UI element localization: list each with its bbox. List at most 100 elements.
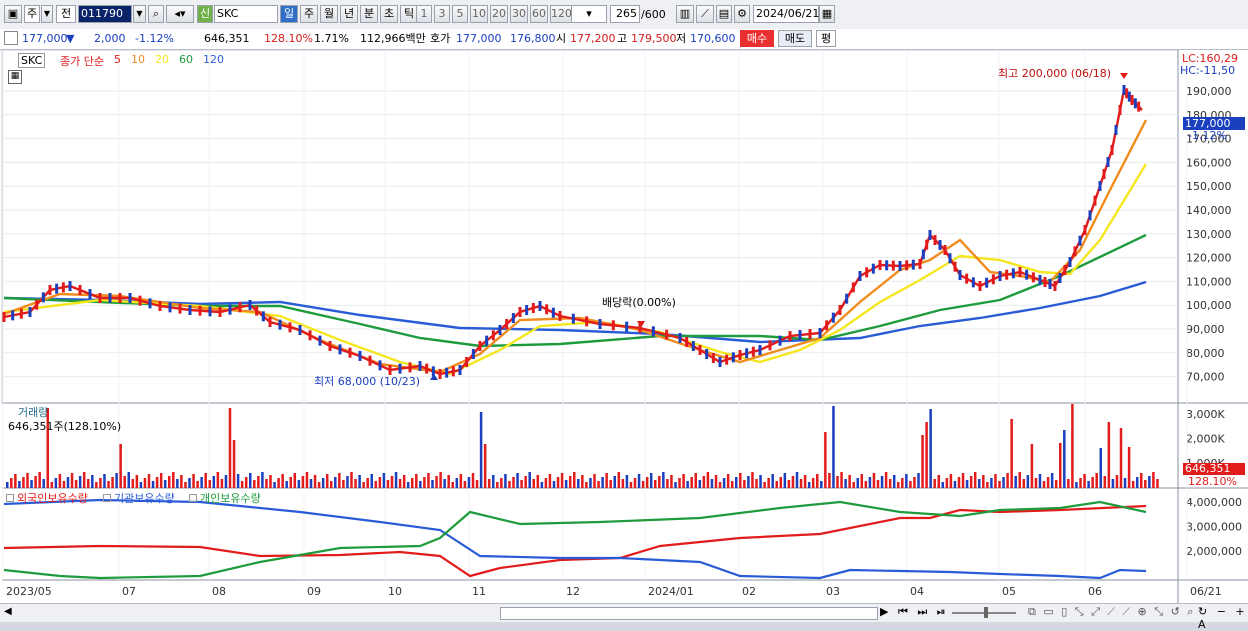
volume-bar [682,474,685,488]
volume-bar [95,482,98,488]
volume-bar [573,472,576,488]
count-input[interactable]: 265 [610,5,640,23]
price-tick-label: 160,000 [1186,156,1232,169]
volume-bar [451,482,454,488]
interval-button-60[interactable]: 60 [530,5,548,23]
code-dropdown-icon[interactable]: ▼ [133,5,146,23]
volume-bar [1050,473,1054,488]
volume-bar [1144,480,1147,488]
volume-bar [973,472,977,488]
zoom-slider-handle[interactable] [984,607,988,618]
period-tab-1[interactable]: 주 [300,5,318,23]
date-input[interactable]: 2024/06/21 [753,5,819,23]
volume-bar [508,481,511,488]
period-tab-2[interactable]: 월 [320,5,338,23]
search-icon[interactable]: ⌕ [148,5,164,23]
volume-bar [763,482,766,488]
chart-canvas[interactable]: 190,000180,000170,000160,000150,000140,0… [0,49,1248,603]
candle [188,305,192,315]
volume-bar [759,475,762,488]
volume-bar [139,482,143,488]
volume-bar [1071,404,1074,488]
interval-button-10[interactable]: 10 [470,5,488,23]
dividend-annotation: 배당락(0.00%) [602,296,676,309]
volume-bar [581,475,584,488]
sell-button[interactable]: 매도 [778,30,812,47]
buy-button[interactable]: 매수 [740,30,774,47]
price-panel [1,49,1179,404]
interval-button-3[interactable]: 3 [434,5,450,23]
volume-bar [953,481,957,488]
candle [35,299,39,310]
holdings-legend-box-0[interactable] [6,494,14,502]
volume-bar [1127,447,1131,488]
interval-button-20[interactable]: 20 [490,5,508,23]
volume-bar [548,474,552,488]
volume-bar [783,473,787,488]
candle [798,330,802,340]
count-dropdown[interactable]: ▾ [571,5,607,23]
period-tab-0[interactable]: 일 [280,5,298,23]
volume-bar [747,476,750,488]
period-tab-5[interactable]: 초 [380,5,398,23]
save-icon[interactable]: ▤ [716,5,732,23]
volume-bar [722,478,726,488]
window-menu-icon[interactable]: ▣ [4,5,22,23]
scroll-bar[interactable]: ◀ ▶ ⏮ ⏭ ⏯ ⧉ ▭ ▯ ⤡ ⤢ ⟋ ⟋ ⊕ ⤡ ↺ ⌕ ↻ − + A [0,603,1248,631]
gear-icon[interactable]: ⚙ [734,5,750,23]
volume-bar [342,480,345,488]
chart-area[interactable]: 190,000 180,000 170,000 160,000 150,000 140,0… [0,49,1248,603]
volume-bar [824,432,827,488]
eval-button[interactable]: 평 [816,30,836,47]
playback-controls-icon[interactable]: ▶ ⏮ ⏭ ⏯ [880,605,949,619]
holdings-legend-box-1[interactable] [103,494,111,502]
volume-bar [220,479,224,488]
period-tab-3[interactable]: 년 [340,5,358,23]
zoom-controls-icon[interactable]: ↻ − + A [1198,605,1248,631]
volume-bar [479,412,483,488]
view-toggle[interactable]: 전 [56,5,76,23]
ask-label: 호가 [430,32,451,45]
candle-icon[interactable]: ▥ [676,5,694,23]
period-tab-4[interactable]: 분 [360,5,378,23]
market-dropdown-icon[interactable]: ▼ [41,5,53,23]
interval-button-1[interactable]: 1 [416,5,432,23]
volume-bar [285,481,288,488]
drawing-tools-icon[interactable]: ⧉ ▭ ▯ ⤡ ⤢ ⟋ ⟋ ⊕ ⤡ ↺ ⌕ [1028,605,1195,619]
volume-bar [629,482,633,488]
calendar-icon[interactable]: ▦ [819,5,835,23]
interval-button-5[interactable]: 5 [452,5,468,23]
market-select[interactable]: 주 [24,5,40,23]
volume-bar [224,475,228,488]
volume-bar [313,475,317,488]
count-total: /600 [641,8,666,21]
price-tick-label: 140,000 [1186,204,1232,217]
calculator-icon[interactable]: ▦ [8,70,22,84]
candle [48,285,52,295]
volume-bar [678,478,681,488]
candle [168,302,172,313]
x-tick-label: 04 [910,585,924,598]
interval-button-30[interactable]: 30 [510,5,528,23]
holdings-legend-box-2[interactable] [189,494,197,502]
x-tick-label: 2024/01 [648,585,694,598]
interval-button-120[interactable]: 120 [550,5,572,23]
candle [248,300,252,310]
volume-bar [609,480,612,488]
volume-bar [957,477,961,488]
volume-bar [694,473,697,488]
volume-bar [257,476,260,488]
candle [298,325,302,335]
candle [851,282,855,293]
scroll-left-icon[interactable]: ◀ [4,606,12,617]
volume-bar [828,473,831,488]
candle [2,312,6,322]
speaker-icon[interactable]: ◂▾ [166,5,194,23]
trendline-icon[interactable]: ⟋ [696,5,714,23]
candle [1073,246,1077,257]
volume-bar [637,474,641,488]
quote-high: 179,500 [631,32,677,45]
stock-code-input[interactable]: 011790 [78,5,132,23]
volume-bar [617,472,621,488]
scroll-thumb[interactable] [500,607,878,620]
